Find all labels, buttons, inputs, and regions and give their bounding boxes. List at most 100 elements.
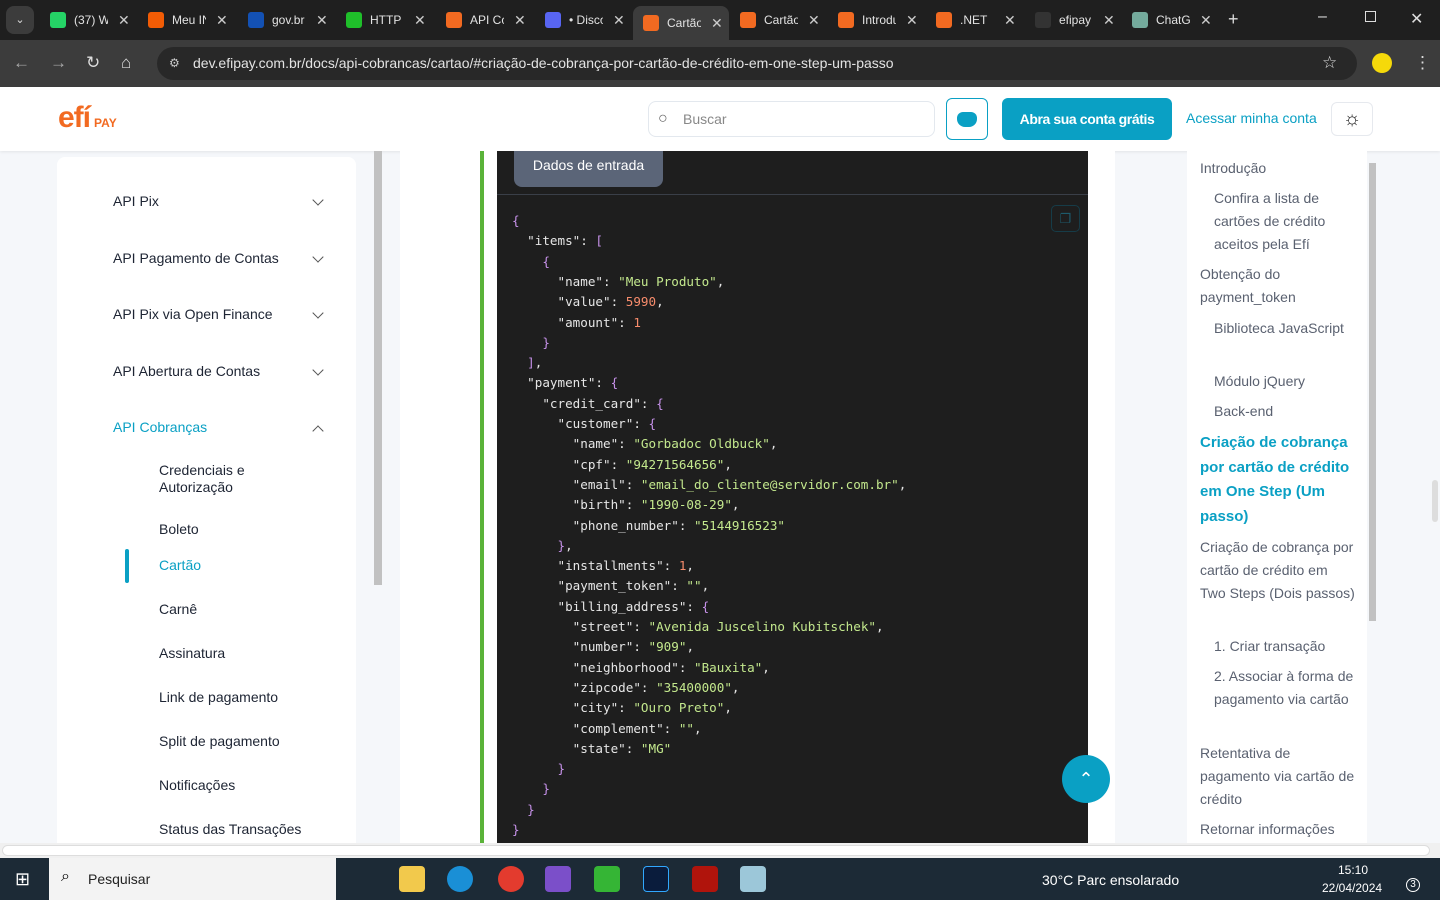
code-line: "name": "Meu Produto", (557, 273, 725, 289)
browser-tab[interactable]: .NET ✕ (926, 6, 1020, 34)
toc-link[interactable]: 2. Associar à forma de pagamento via car… (1214, 665, 1354, 711)
toc-link[interactable]: Criação de cobrança por cartão de crédit… (1200, 431, 1355, 529)
toc-scrollbar[interactable] (1369, 163, 1376, 621)
tab-close-icon[interactable]: ✕ (1200, 12, 1212, 29)
toc-link[interactable]: Retornar informações (1200, 818, 1355, 841)
sidebar-subitem[interactable]: Credenciais e Autorização (159, 462, 269, 496)
edge-icon[interactable] (447, 866, 473, 892)
toc-link[interactable]: Back-end (1214, 400, 1354, 423)
file-explorer-icon[interactable] (399, 866, 425, 892)
sidebar-subitem[interactable]: Link de pagamento (159, 689, 359, 706)
sidebar-scrollbar[interactable] (374, 151, 382, 585)
profile-avatar[interactable] (1372, 53, 1392, 73)
tab-close-icon[interactable]: ✕ (711, 15, 723, 32)
back-icon[interactable]: ← (13, 53, 30, 73)
clock-date[interactable]: 22/04/2024 (1322, 881, 1382, 895)
browser-tab[interactable]: API Cobranças ✕ (436, 6, 530, 34)
sidebar-subitem[interactable]: Assinatura (159, 645, 359, 662)
toc-link[interactable]: Retentativa de pagamento via cartão de c… (1200, 742, 1355, 811)
chevron-up-icon[interactable] (312, 425, 324, 437)
sidebar-subitem[interactable]: Carnê (159, 601, 359, 618)
filezilla-icon[interactable] (692, 866, 718, 892)
restore-button[interactable] (1365, 11, 1376, 22)
app-icon[interactable] (740, 866, 766, 892)
tab-close-icon[interactable]: ✕ (1004, 12, 1016, 29)
reload-icon[interactable]: ↻ (86, 53, 100, 73)
tab-close-icon[interactable]: ✕ (808, 12, 820, 29)
browser-tab[interactable]: efipay ✕ (1025, 6, 1119, 34)
page-scrollbar[interactable] (1432, 480, 1438, 522)
sidebar-item[interactable]: API Cobranças (113, 419, 207, 435)
toc-link[interactable]: Criação de cobrança por cartão de crédit… (1200, 536, 1355, 605)
sidebar-subitem[interactable]: Status das Transações (159, 821, 359, 838)
discord-button[interactable] (946, 98, 988, 140)
sidebar-item[interactable]: API Pagamento de Contas (113, 250, 279, 266)
tab-favicon-icon (148, 12, 164, 28)
theme-toggle-button[interactable]: ☼ (1331, 102, 1373, 136)
sidebar-subitem[interactable]: Notificações (159, 777, 359, 794)
toc-link[interactable]: Obtenção do payment_token (1200, 263, 1355, 309)
chevron-down-icon[interactable] (312, 194, 324, 206)
browser-tab[interactable]: Cartão ✕ (730, 6, 824, 34)
close-window-button[interactable]: ✕ (1410, 9, 1423, 29)
visual-studio-icon[interactable] (545, 866, 571, 892)
url-text: dev.efipay.com.br/docs/api-cobrancas/car… (193, 55, 894, 71)
sidebar-subitem[interactable]: Cartão (159, 557, 359, 574)
scroll-to-top-button[interactable]: ⌃ (1062, 755, 1110, 803)
chevron-down-icon[interactable] (312, 307, 324, 319)
chevron-down-icon[interactable] (312, 251, 324, 263)
browser-tab[interactable]: Cartão ✕ (633, 6, 729, 40)
chevron-up-icon: ⌃ (1078, 769, 1094, 789)
tab-close-icon[interactable]: ✕ (1103, 12, 1115, 29)
sidebar-subitem[interactable]: Split de pagamento (159, 733, 359, 750)
menu-kebab-icon[interactable]: ⋮ (1414, 53, 1431, 73)
url-input[interactable]: ⚙ dev.efipay.com.br/docs/api-cobrancas/ca… (157, 47, 1357, 80)
toc-link[interactable]: Biblioteca JavaScript (1214, 317, 1354, 340)
browser-tab[interactable]: Meu INSS ✕ (138, 6, 232, 34)
tab-close-icon[interactable]: ✕ (514, 12, 526, 29)
efi-pay-logo[interactable]: efí PAY (58, 101, 117, 135)
toc-link[interactable]: Confira a lista de cartões de crédito ac… (1214, 187, 1354, 256)
sidebar-item[interactable]: API Abertura de Contas (113, 363, 260, 379)
windows-start-icon[interactable]: ⊞ (15, 869, 30, 890)
horizontal-scrollbar-thumb[interactable] (2, 845, 1430, 856)
clock-time[interactable]: 15:10 (1338, 863, 1368, 877)
chevron-down-icon[interactable] (312, 364, 324, 376)
open-account-button[interactable]: Abra sua conta grátis (1002, 98, 1172, 140)
taskbar-search[interactable]: ⌕ Pesquisar (49, 858, 336, 900)
search-input[interactable]: ○ Buscar (648, 101, 935, 137)
browser-tab[interactable]: (37) WhatsApp ✕ (40, 6, 134, 34)
minimize-button[interactable]: – (1318, 8, 1327, 26)
tab-close-icon[interactable]: ✕ (414, 12, 426, 29)
tab-close-icon[interactable]: ✕ (906, 12, 918, 29)
browser-tab[interactable]: HTTP ✕ (336, 6, 430, 34)
browser-tab[interactable]: ChatGPT ✕ (1122, 6, 1216, 34)
notification-badge[interactable]: 3 (1406, 878, 1420, 892)
notepad-plus-icon[interactable] (594, 866, 620, 892)
weather-text[interactable]: 30°C Parc ensolarado (1042, 872, 1179, 888)
forward-icon[interactable]: → (50, 53, 67, 73)
tab-close-icon[interactable]: ✕ (316, 12, 328, 29)
browser-tab[interactable]: • Discord ✕ (535, 6, 629, 34)
toc-link[interactable]: Introdução (1200, 157, 1355, 180)
browser-tab[interactable]: Introdução ✕ (828, 6, 922, 34)
tab-close-icon[interactable]: ✕ (118, 12, 130, 29)
login-link[interactable]: Acessar minha conta (1186, 110, 1317, 126)
sidebar-subitem[interactable]: Boleto (159, 521, 359, 538)
tab-close-icon[interactable]: ✕ (613, 12, 625, 29)
browser-tab[interactable]: gov.br ✕ (238, 6, 332, 34)
tab-search-button[interactable]: ⌄ (6, 6, 34, 34)
tab-dados-de-entrada[interactable]: Dados de entrada (514, 151, 663, 187)
photoshop-icon[interactable] (643, 866, 669, 892)
toc-link[interactable]: 1. Criar transação (1214, 635, 1354, 658)
sidebar-item[interactable]: API Pix via Open Finance (113, 306, 273, 322)
toc-link[interactable]: Módulo jQuery (1214, 370, 1354, 393)
sidebar-item[interactable]: API Pix (113, 193, 159, 209)
bookmark-star-icon[interactable]: ☆ (1322, 53, 1337, 73)
copy-button[interactable]: ❐ (1051, 205, 1080, 232)
tab-close-icon[interactable]: ✕ (216, 12, 228, 29)
home-icon[interactable]: ⌂ (121, 53, 131, 73)
chrome-icon[interactable] (498, 866, 524, 892)
site-info-icon[interactable]: ⚙ (169, 47, 180, 80)
new-tab-button[interactable]: + (1228, 9, 1239, 30)
